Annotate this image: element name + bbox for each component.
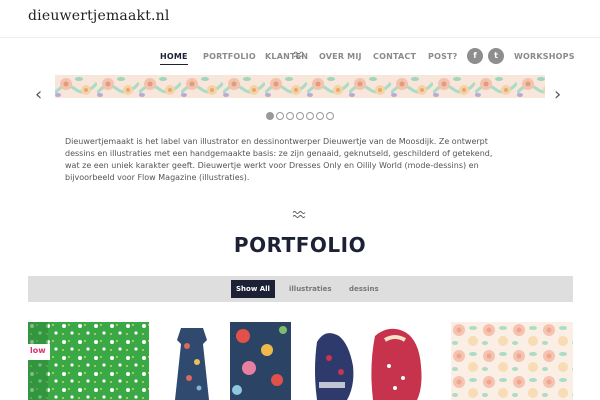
slider-dot[interactable] — [266, 112, 274, 120]
slider-pagination — [266, 112, 336, 122]
nav-squiggle-icon — [293, 51, 304, 59]
slider-dot[interactable] — [306, 112, 314, 120]
slider-dot[interactable] — [276, 112, 284, 120]
filter-dessins[interactable]: dessins — [344, 280, 384, 298]
green-floral-thumbnail — [28, 322, 149, 400]
slider-prev-arrow-icon[interactable]: ‹ — [35, 86, 42, 104]
slider-dot[interactable] — [326, 112, 334, 120]
nav-portfolio[interactable]: PORTFOLIO — [203, 52, 256, 61]
hero-slider[interactable] — [55, 75, 545, 98]
facebook-icon[interactable]: f — [467, 48, 483, 64]
slider-dot[interactable] — [296, 112, 304, 120]
filter-show-all[interactable]: Show All — [231, 280, 275, 298]
flow-badge: low — [30, 346, 46, 355]
header-divider — [0, 37, 600, 38]
portfolio-item-scarves[interactable] — [309, 322, 433, 400]
nav-contact[interactable]: CONTACT — [373, 52, 416, 61]
dresses-thumbnail — [167, 322, 291, 400]
nav-post[interactable]: POST? — [428, 52, 458, 61]
nav-over-mij[interactable]: OVER MIJ — [319, 52, 362, 61]
intro-text: Dieuwertjemaakt is het label van illustr… — [65, 137, 493, 182]
nav-workshops[interactable]: WORKSHOPS — [514, 52, 575, 61]
pastel-floral-thumbnail — [451, 322, 573, 400]
portfolio-filter-bar: Show All illustraties dessins — [28, 276, 573, 302]
portfolio-title: PORTFOLIO — [233, 233, 367, 257]
twitter-icon[interactable]: t — [488, 48, 504, 64]
slider-dot[interactable] — [316, 112, 324, 120]
portfolio-item-dresses[interactable] — [167, 322, 291, 400]
portfolio-item-pastel-floral[interactable] — [451, 322, 573, 400]
filter-illustraties[interactable]: illustraties — [284, 280, 337, 298]
nav-home[interactable]: HOME — [160, 52, 188, 65]
slider-next-arrow-icon[interactable]: › — [554, 86, 561, 104]
scarves-thumbnail — [309, 322, 433, 400]
portfolio-item-green-floral[interactable]: low — [28, 322, 149, 400]
site-logo[interactable]: dieuwertjemaakt.nl — [28, 8, 170, 24]
slider-dot[interactable] — [286, 112, 294, 120]
section-squiggle-icon — [292, 211, 306, 218]
floral-pattern-image — [55, 75, 545, 98]
